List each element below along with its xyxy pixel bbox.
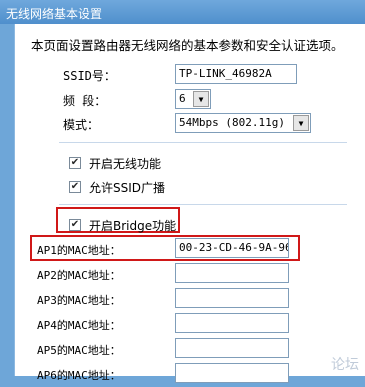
ap-mac-row-1: AP1的MAC地址： 00-23-CD-46-9A-96 (15, 236, 365, 262)
ssid-broadcast-row: ✔ 允许SSID广播 (15, 176, 365, 202)
watermark: 论坛 (331, 357, 359, 373)
enable-wireless-row: ✔ 开启无线功能 (15, 152, 365, 178)
ap-mac-label: AP2的MAC地址： (37, 269, 121, 282)
settings-panel: 本页面设置路由器无线网络的基本参数和安全认证选项。 SSID号： TP-LINK… (14, 24, 365, 383)
mode-value: 54Mbps (802.11g) (179, 116, 285, 129)
ap-mac-label: AP4的MAC地址： (37, 319, 121, 332)
mode-row: 模式： 54Mbps (802.11g) ▼ (15, 111, 365, 137)
ap-mac-row-6: AP6的MAC地址： (15, 361, 365, 387)
channel-select[interactable]: 6 ▼ (175, 89, 211, 109)
enable-bridge-checkbox[interactable]: ✔ (69, 219, 81, 231)
divider (59, 204, 347, 205)
ssid-row: SSID号： TP-LINK_46982A (15, 62, 365, 88)
enable-wireless-checkbox[interactable]: ✔ (69, 157, 81, 169)
ap-mac-input[interactable] (175, 263, 289, 283)
window-title: 无线网络基本设置 (0, 0, 365, 24)
page-description: 本页面设置路由器无线网络的基本参数和安全认证选项。 (31, 38, 344, 53)
channel-value: 6 (179, 92, 186, 105)
ssid-label: SSID号： (63, 69, 116, 83)
ap-mac-row-2: AP2的MAC地址： (15, 261, 365, 287)
chevron-down-icon[interactable]: ▼ (293, 115, 309, 131)
ap-mac-label: AP5的MAC地址： (37, 344, 121, 357)
mode-select[interactable]: 54Mbps (802.11g) ▼ (175, 113, 311, 133)
chevron-down-icon[interactable]: ▼ (193, 91, 209, 107)
ap-mac-row-3: AP3的MAC地址： (15, 286, 365, 312)
ap-mac-row-4: AP4的MAC地址： (15, 311, 365, 337)
ap-mac-input[interactable]: 00-23-CD-46-9A-96 (175, 238, 289, 258)
ssid-input[interactable]: TP-LINK_46982A (175, 64, 297, 84)
enable-bridge-label: 开启Bridge功能 (89, 219, 177, 233)
ssid-broadcast-checkbox[interactable]: ✔ (69, 181, 81, 193)
ap-mac-input[interactable] (175, 288, 289, 308)
ap-mac-input[interactable] (175, 338, 289, 358)
divider (59, 142, 347, 143)
ssid-broadcast-label: 允许SSID广播 (89, 181, 166, 195)
mode-label: 模式： (63, 118, 100, 132)
channel-label: 频 段： (63, 94, 107, 108)
ap-mac-label: AP3的MAC地址： (37, 294, 121, 307)
ap-mac-input[interactable] (175, 363, 289, 383)
ap-mac-input[interactable] (175, 313, 289, 333)
channel-row: 频 段： 6 ▼ (15, 87, 365, 113)
ap-mac-row-5: AP5的MAC地址： (15, 336, 365, 362)
ap-mac-label: AP1的MAC地址： (37, 244, 121, 257)
enable-wireless-label: 开启无线功能 (89, 157, 162, 171)
ap-mac-label: AP6的MAC地址： (37, 369, 121, 382)
